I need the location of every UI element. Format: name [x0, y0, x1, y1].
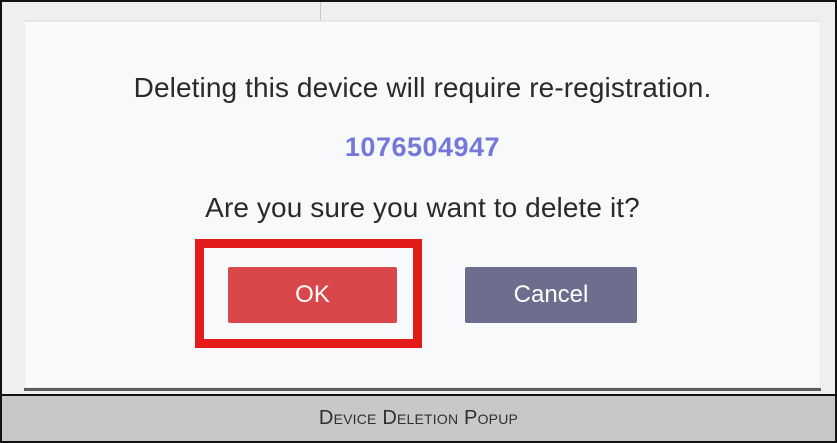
screenshot-area: Deleting this device will require re-reg… — [2, 2, 835, 394]
device-id: 1076504947 — [344, 132, 501, 162]
ok-button[interactable]: OK — [228, 267, 397, 323]
delete-confirmation-question: Are you sure you want to delete it? — [205, 192, 640, 223]
deletion-warning-message: Deleting this device will require re-reg… — [133, 72, 712, 103]
figure-caption: Device Deletion Popup — [318, 407, 519, 429]
backdrop-divider — [320, 2, 321, 20]
cancel-button[interactable]: Cancel — [465, 267, 637, 323]
screenshot-frame: Deleting this device will require re-reg… — [0, 0, 837, 443]
delete-device-dialog: Deleting this device will require re-reg… — [24, 20, 821, 391]
caption-bar: Device Deletion Popup — [2, 394, 835, 441]
